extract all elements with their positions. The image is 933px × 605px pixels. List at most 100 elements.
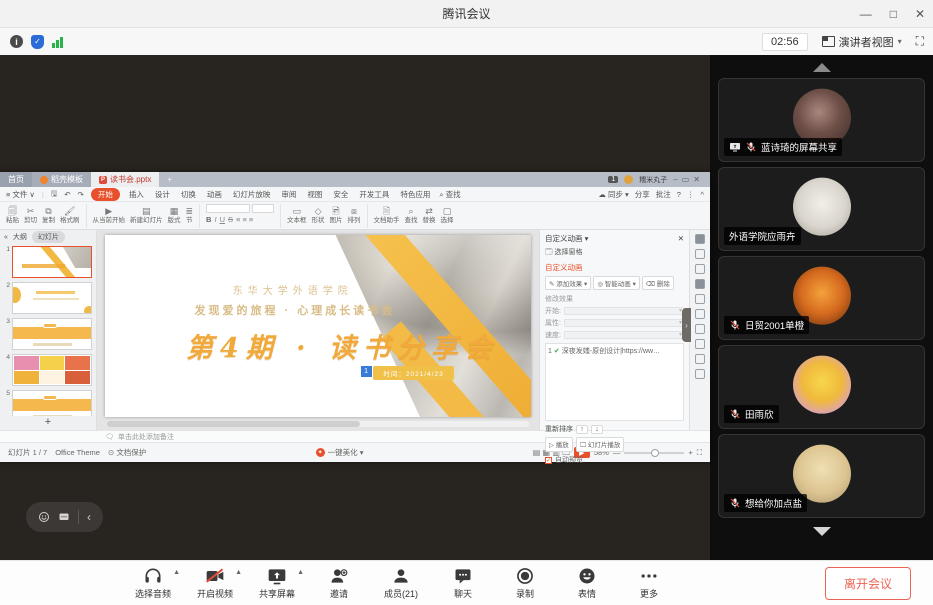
more-icon[interactable]: ⋮ — [687, 190, 695, 199]
slideshow-play-button[interactable]: 🖵 幻灯片播放 — [576, 437, 625, 452]
maximize-button[interactable]: □ — [890, 7, 897, 21]
move-down-button[interactable]: ↓ — [591, 425, 603, 434]
save-icon[interactable]: 🖫 — [51, 188, 57, 201]
slide-thumbnail-2[interactable] — [12, 282, 92, 314]
record-button[interactable]: 录制 — [494, 561, 556, 605]
reactions-button[interactable]: 表情 — [556, 561, 618, 605]
cloud-sync-icon[interactable]: ☁ 同步 ▾ — [598, 189, 628, 200]
rail-icon[interactable] — [695, 249, 705, 259]
rail-icon[interactable] — [695, 234, 705, 244]
redo-icon[interactable]: ↷ — [78, 190, 84, 199]
italic-button[interactable]: I — [214, 215, 216, 224]
add-slide-button[interactable]: + — [0, 416, 96, 430]
wps-new-tab-button[interactable]: + — [159, 172, 180, 187]
doc-protect[interactable]: ⊙ 文档保护 — [108, 447, 146, 458]
copy-button[interactable]: ⧉复制 — [42, 207, 55, 224]
select-button[interactable]: ▢选择 — [441, 207, 454, 224]
close-pane-icon[interactable]: ✕ — [678, 234, 684, 243]
rail-icon[interactable] — [695, 309, 705, 319]
undo-icon[interactable]: ↶ — [64, 190, 70, 199]
font-name-box[interactable] — [206, 204, 250, 213]
slide-thumbnail-1[interactable] — [12, 246, 92, 278]
rail-icon[interactable] — [695, 339, 705, 349]
ribbon-tab-insert[interactable]: 插入 — [127, 188, 146, 201]
share-options-caret[interactable]: ▲ — [297, 569, 304, 576]
ribbon-tab-view[interactable]: 视图 — [305, 188, 324, 201]
help-icon[interactable]: ? — [677, 190, 681, 199]
audio-options-caret[interactable]: ▲ — [173, 569, 180, 576]
property-dropdown[interactable] — [564, 319, 684, 327]
wps-account-name[interactable]: 糯米丸子 — [639, 175, 667, 185]
fullscreen-icon[interactable]: ⛶ — [916, 34, 923, 49]
wps-account-avatar[interactable] — [624, 175, 633, 184]
close-button[interactable]: ✕ — [915, 7, 925, 21]
selection-pane-link[interactable]: 🗔 选择窗格 — [545, 247, 684, 259]
zoom-slider[interactable] — [624, 452, 684, 454]
ribbon-tab-devtools[interactable]: 开发工具 — [357, 188, 391, 201]
more-button[interactable]: 更多 — [618, 561, 680, 605]
bold-button[interactable]: B — [206, 215, 211, 224]
panel-collapse-icon[interactable]: « — [4, 234, 8, 241]
zoom-in-button[interactable]: + — [688, 448, 692, 457]
play-from-current-button[interactable]: ▶从当前开始 — [93, 207, 126, 224]
doc-assistant-button[interactable]: 🗎文档助手 — [374, 207, 400, 224]
ribbon-tab-security[interactable]: 安全 — [331, 188, 350, 201]
fit-slide-icon[interactable]: ⛶ — [697, 448, 702, 458]
find-button[interactable]: ⌕查找 — [405, 207, 418, 224]
scroll-up-arrow[interactable] — [813, 63, 831, 72]
security-shield-icon[interactable]: ✓ — [31, 35, 44, 49]
video-options-caret[interactable]: ▲ — [235, 569, 242, 576]
chat-quick-icon[interactable] — [58, 511, 70, 523]
ribbon-tab-start[interactable]: 开始 — [91, 188, 120, 201]
notification-badge[interactable]: 1 — [608, 176, 618, 183]
play-animation-button[interactable]: ▷ 播放 — [545, 437, 573, 452]
wps-window-controls[interactable]: –▭✕ — [673, 175, 704, 184]
slide-thumbnail-3[interactable] — [12, 318, 92, 350]
collapse-bar-icon[interactable]: ‹ — [87, 510, 91, 524]
participant-tile[interactable]: 蓝诗琦的屏幕共享 — [718, 78, 925, 162]
comment-button[interactable]: 批注 — [656, 189, 671, 200]
share-button[interactable]: 分享 — [635, 189, 650, 200]
slide-thumbnail-5[interactable] — [12, 390, 92, 416]
smart-animation-button[interactable]: ◎ 智能动画 ▾ — [593, 276, 640, 290]
strikethrough-button[interactable]: S — [228, 215, 233, 224]
rail-icon[interactable] — [695, 264, 705, 274]
speed-dropdown[interactable] — [564, 331, 684, 339]
view-mode-selector[interactable]: 演讲者视图 ▾ — [818, 32, 906, 52]
move-up-button[interactable]: ↑ — [576, 425, 588, 434]
ribbon-tab-animation[interactable]: 动画 — [205, 188, 224, 201]
wps-tab-docer[interactable]: 稻壳模板 — [32, 172, 91, 187]
new-slide-button[interactable]: ▤新建幻灯片 — [130, 207, 163, 224]
format-painter-button[interactable]: 🖌格式刷 — [60, 207, 80, 224]
rail-icon[interactable] — [695, 369, 705, 379]
rail-icon[interactable] — [695, 294, 705, 304]
animation-item[interactable]: 1 ✔ 深夜发媸-原创设计|https://ww… — [548, 346, 681, 356]
meeting-info-icon[interactable]: i — [10, 35, 23, 48]
rail-icon[interactable] — [695, 354, 705, 364]
search-icon[interactable]: ⌕ 查找 — [439, 189, 460, 200]
delete-animation-button[interactable]: ⌫ 删除 — [642, 276, 674, 290]
participant-tile[interactable]: 日贸2001单橙 — [718, 256, 925, 340]
ribbon-tab-slideshow[interactable]: 幻灯片放映 — [231, 188, 273, 201]
cut-button[interactable]: ✂剪切 — [24, 207, 37, 224]
underline-button[interactable]: U — [220, 215, 225, 224]
current-slide[interactable]: 东华大学外语学院 发现爱的旅程 · 心理成长读书会 第4期 · 读书分享会 1 … — [105, 235, 531, 417]
ribbon-tab-design[interactable]: 设计 — [153, 188, 172, 201]
wps-tab-home[interactable]: 首页 — [0, 172, 32, 187]
section-button[interactable]: ≣节 — [186, 207, 194, 224]
replace-button[interactable]: ⇄替换 — [423, 207, 436, 224]
members-button[interactable]: 成员(21) — [370, 561, 432, 605]
rail-icon[interactable] — [695, 279, 705, 289]
participant-tile[interactable]: 田雨欣 — [718, 345, 925, 429]
wps-tab-document[interactable]: P读书会.pptx — [91, 172, 159, 187]
horizontal-scrollbar[interactable] — [107, 421, 529, 427]
video-button[interactable]: 开启视频 ▲ — [184, 561, 246, 605]
textbox-button[interactable]: ▭文本框 — [287, 207, 307, 224]
participant-tile[interactable]: 想给你加点盐 — [718, 434, 925, 518]
picture-button[interactable]: 🖻图片 — [330, 207, 343, 224]
outline-tab[interactable]: 大纲 — [13, 232, 27, 242]
shape-button[interactable]: ◇形状 — [312, 207, 325, 224]
auto-preview-checkbox[interactable]: ✓ — [545, 457, 552, 464]
ribbon-tab-review[interactable]: 审阅 — [279, 188, 298, 201]
scroll-down-arrow[interactable] — [813, 527, 831, 536]
